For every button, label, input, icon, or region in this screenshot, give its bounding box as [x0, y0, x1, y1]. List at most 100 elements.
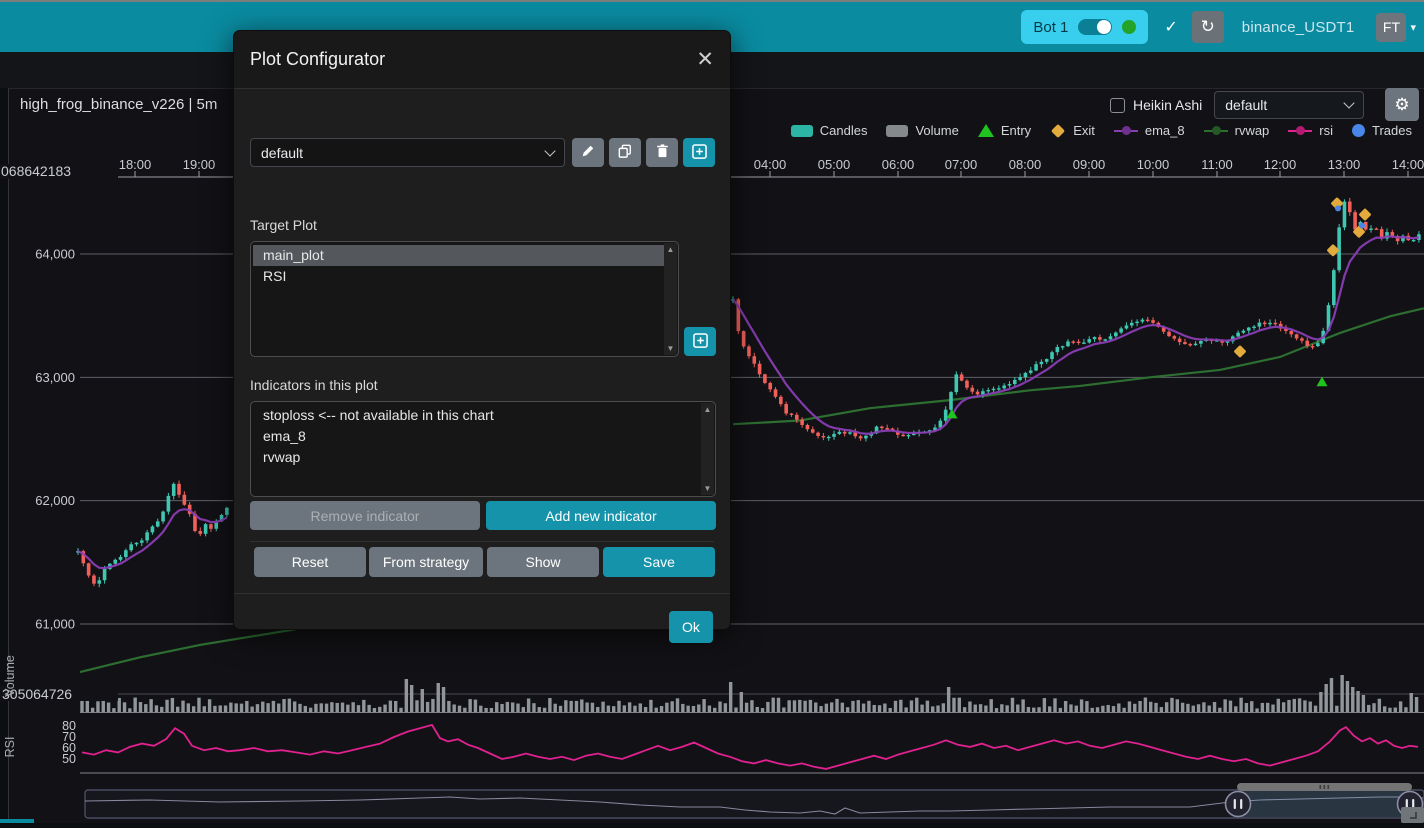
- scroll-down-icon[interactable]: ▼: [667, 344, 675, 353]
- plot-config-selected-value: default: [1225, 97, 1267, 113]
- legend-item-trades[interactable]: Trades: [1352, 123, 1412, 138]
- heikin-ashi-row: Heikin Ashi default: [1110, 91, 1377, 119]
- legend-item-entry[interactable]: Entry: [978, 123, 1031, 138]
- indicator-item[interactable]: rvwap: [253, 447, 701, 468]
- legend-label: Entry: [1001, 123, 1031, 138]
- bot-name-label: Bot 1: [1033, 19, 1068, 36]
- exchange-label: binance_USDT1: [1242, 19, 1355, 36]
- plot-config-select[interactable]: default: [1214, 91, 1364, 119]
- target-plot-item[interactable]: RSI: [253, 266, 664, 287]
- config-name-value: default: [261, 145, 303, 161]
- svg-text:04:00: 04:00: [754, 157, 787, 172]
- save-button[interactable]: Save: [603, 547, 715, 577]
- remove-indicator-button[interactable]: Remove indicator: [250, 501, 480, 530]
- toggle-knob: [1097, 20, 1111, 34]
- show-button[interactable]: Show: [487, 547, 599, 577]
- user-menu-caret[interactable]: ▾: [1410, 21, 1416, 34]
- config-name-select[interactable]: default: [250, 138, 565, 167]
- add-config-button[interactable]: [683, 138, 715, 167]
- svg-text:64,000: 64,000: [35, 247, 75, 262]
- gear-icon[interactable]: ⚙: [1385, 88, 1419, 121]
- reload-button[interactable]: ↻: [1192, 11, 1224, 43]
- svg-text:08:00: 08:00: [1009, 157, 1042, 172]
- user-avatar[interactable]: FT: [1376, 13, 1406, 42]
- plus-square-icon: [692, 144, 707, 162]
- svg-text:068642183: 068642183: [1, 163, 71, 179]
- svg-text:Volume: Volume: [3, 655, 17, 697]
- legend-swatch: [1352, 124, 1365, 137]
- legend-label: ema_8: [1145, 123, 1185, 138]
- edit-config-button[interactable]: [572, 138, 604, 167]
- plus-square-icon: [693, 333, 708, 351]
- svg-text:10:00: 10:00: [1137, 157, 1170, 172]
- svg-text:13:00: 13:00: [1328, 157, 1361, 172]
- legend-swatch: [886, 125, 908, 137]
- legend-item-candles[interactable]: Candles: [791, 123, 868, 138]
- legend-label: Exit: [1073, 123, 1095, 138]
- legend-label: Trades: [1372, 123, 1412, 138]
- legend-item-rvwap[interactable]: rvwap: [1204, 123, 1270, 138]
- indicators-scrollbar[interactable]: ▲▼: [701, 403, 714, 495]
- chevron-down-icon: [544, 145, 555, 156]
- legend-label: Candles: [820, 123, 868, 138]
- svg-text:62,000: 62,000: [35, 493, 75, 508]
- scroll-up-icon[interactable]: ▲: [704, 405, 712, 414]
- legend-swatch: [1051, 123, 1065, 137]
- svg-text:12:00: 12:00: [1264, 157, 1297, 172]
- target-plot-item[interactable]: main_plot: [253, 245, 664, 266]
- legend-swatch: [978, 124, 994, 137]
- svg-text:06:00: 06:00: [882, 157, 915, 172]
- duplicate-config-button[interactable]: [609, 138, 641, 167]
- svg-text:07:00: 07:00: [945, 157, 978, 172]
- trash-icon: [656, 144, 669, 161]
- indicator-item[interactable]: stoploss <-- not available in this chart: [253, 405, 701, 426]
- reset-button[interactable]: Reset: [254, 547, 366, 577]
- bot-selector[interactable]: Bot 1: [1021, 10, 1148, 44]
- bot-toggle[interactable]: [1078, 19, 1112, 35]
- scroll-up-icon[interactable]: ▲: [667, 245, 675, 254]
- legend-item-exit[interactable]: Exit: [1050, 123, 1095, 138]
- legend-label: rsi: [1319, 123, 1333, 138]
- heikin-ashi-checkbox[interactable]: [1110, 98, 1125, 113]
- copy-icon: [618, 144, 632, 161]
- legend-swatch: [1288, 130, 1312, 132]
- add-target-plot-button[interactable]: [684, 327, 716, 356]
- bot-online-dot: [1122, 20, 1136, 34]
- legend-item-rsi[interactable]: rsi: [1288, 123, 1333, 138]
- heikin-ashi-label: Heikin Ashi: [1133, 97, 1202, 113]
- window-top-border: [0, 0, 1424, 2]
- target-plot-scrollbar[interactable]: ▲▼: [664, 243, 677, 355]
- legend-swatch: [791, 125, 813, 137]
- pencil-icon: [581, 144, 595, 161]
- scroll-down-icon[interactable]: ▼: [704, 484, 712, 493]
- svg-text:50: 50: [62, 752, 76, 766]
- close-icon[interactable]: ✕: [696, 47, 714, 72]
- svg-text:14:00: 14:00: [1392, 157, 1424, 172]
- chart-title: high_frog_binance_v226 | 5m: [20, 96, 217, 113]
- svg-text:63,000: 63,000: [35, 370, 75, 385]
- legend-swatch: [1114, 130, 1138, 132]
- modal-header: Plot Configurator ✕: [234, 31, 730, 89]
- add-new-indicator-button[interactable]: Add new indicator: [486, 501, 716, 530]
- from-strategy-button[interactable]: From strategy: [369, 547, 483, 577]
- divider: [234, 593, 730, 594]
- delete-config-button[interactable]: [646, 138, 678, 167]
- svg-text:18:00: 18:00: [119, 157, 152, 172]
- check-icon: ✓: [1164, 17, 1177, 37]
- ok-button[interactable]: Ok: [669, 611, 713, 643]
- legend-item-volume[interactable]: Volume: [886, 123, 958, 138]
- plot-configurator-modal: Plot Configurator ✕ Plot config name def…: [233, 30, 731, 630]
- target-plot-list[interactable]: main_plotRSI ▲▼: [250, 241, 679, 357]
- legend-swatch: [1204, 130, 1228, 132]
- svg-text:61,000: 61,000: [35, 617, 75, 632]
- indicator-item[interactable]: ema_8: [253, 426, 701, 447]
- svg-text:19:00: 19:00: [183, 157, 216, 172]
- target-plot-label: Target Plot: [250, 217, 317, 233]
- svg-text:RSI: RSI: [3, 737, 17, 758]
- legend-label: rvwap: [1235, 123, 1270, 138]
- legend-item-ema_8[interactable]: ema_8: [1114, 123, 1185, 138]
- indicators-list[interactable]: stoploss <-- not available in this chart…: [250, 401, 716, 497]
- divider: [250, 541, 714, 542]
- chevron-down-icon: [1344, 97, 1355, 108]
- modal-title: Plot Configurator: [250, 49, 385, 70]
